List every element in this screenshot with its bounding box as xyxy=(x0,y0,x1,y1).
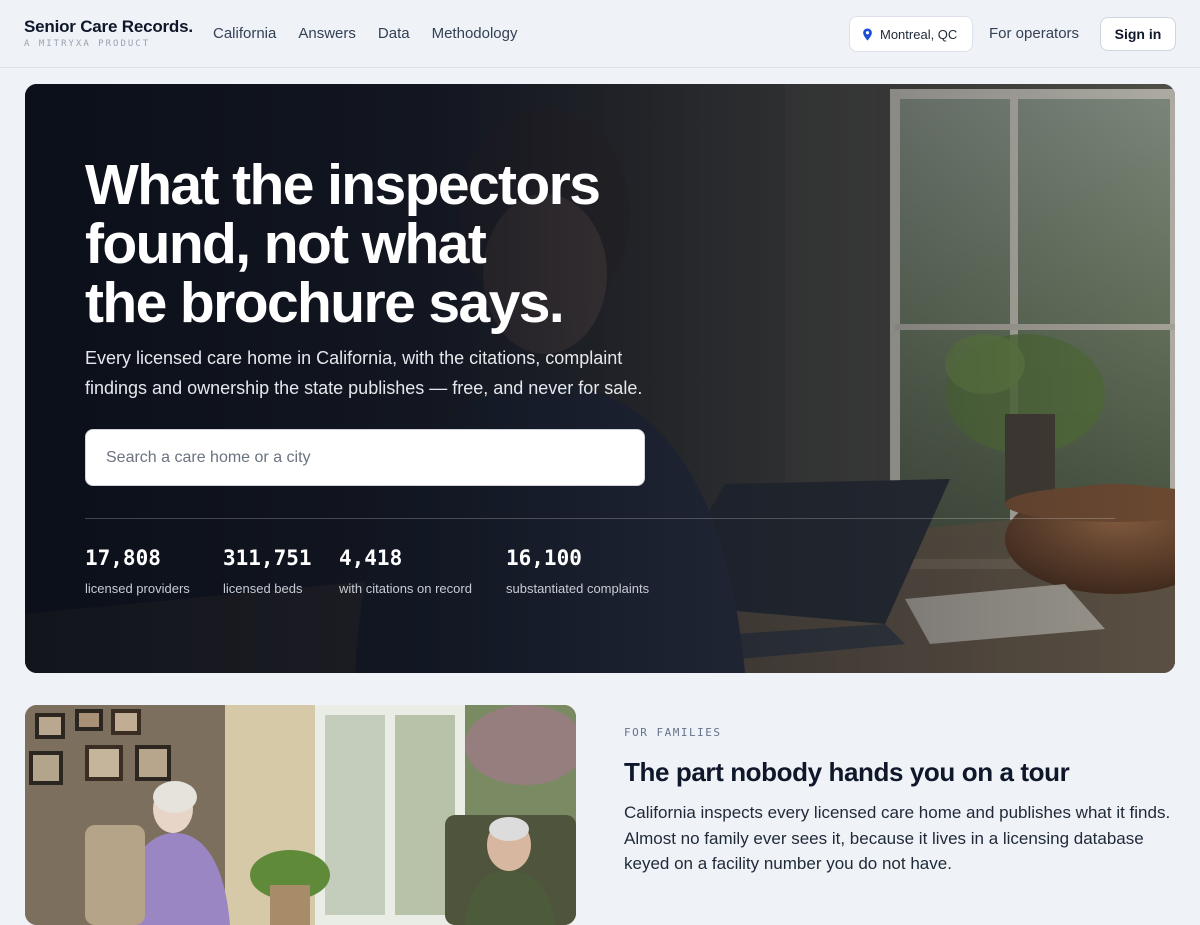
stat-label: with citations on record xyxy=(339,581,472,596)
nav-link-california[interactable]: California xyxy=(213,24,276,44)
for-operators-link[interactable]: For operators xyxy=(989,24,1079,44)
stat-value: 4,418 xyxy=(339,546,403,570)
families-photo xyxy=(25,705,576,925)
hero-divider xyxy=(85,518,1115,519)
sign-in-button[interactable]: Sign in xyxy=(1100,17,1176,51)
stat-licensed-beds: 311,751 licensed beds xyxy=(223,544,312,596)
stat-label: substantiated complaints xyxy=(506,581,650,596)
location-label: Montreal, QC xyxy=(880,26,958,42)
hero-title-line: the brochure says. xyxy=(85,271,565,335)
map-pin-icon xyxy=(863,27,872,41)
stat-label: licensed providers xyxy=(85,581,190,596)
stat-value: 16,100 xyxy=(506,546,582,570)
stat-value: 17,808 xyxy=(85,546,161,570)
hero-title-line: found, not what xyxy=(85,212,487,276)
hero-subtitle-line: Every licensed care home in California, … xyxy=(85,348,623,368)
hero-section: What the inspectors found, not what the … xyxy=(25,84,1175,673)
stat-licensed-providers: 17,808 licensed providers xyxy=(85,544,190,596)
hero-subtitle-line: findings and ownership the state publish… xyxy=(85,378,643,398)
care-home-search-input[interactable] xyxy=(85,429,645,486)
section-title: The part nobody hands you on a tour xyxy=(624,757,1070,787)
stat-substantiated-complaints: 16,100 substantiated complaints xyxy=(506,544,649,596)
brand-tagline: A MITRYXA PRODUCT xyxy=(24,39,151,49)
section-body: California inspects every licensed care … xyxy=(624,800,1184,877)
site-header: Senior Care Records. A MITRYXA PRODUCT C… xyxy=(0,0,1200,68)
location-selector[interactable]: Montreal, QC xyxy=(849,16,973,52)
nav-link-answers[interactable]: Answers xyxy=(298,24,356,44)
stat-with-citations: 4,418 with citations on record xyxy=(339,544,472,596)
brand[interactable]: Senior Care Records. A MITRYXA PRODUCT xyxy=(24,17,193,50)
main-nav: California Answers Data Methodology xyxy=(213,24,518,44)
nav-link-data[interactable]: Data xyxy=(378,24,410,44)
hero-title-line: What the inspectors xyxy=(85,153,601,217)
section-body-line: California inspects every licensed care … xyxy=(624,803,1171,822)
hero-subtitle: Every licensed care home in California, … xyxy=(85,343,725,403)
families-illustration xyxy=(25,705,576,925)
hero-title: What the inspectors found, not what the … xyxy=(85,156,705,333)
section-body-line: Almost no family ever sees it, because i… xyxy=(624,828,1144,848)
brand-name[interactable]: Senior Care Records. xyxy=(24,17,193,37)
section-kicker: FOR FAMILIES xyxy=(624,726,722,739)
stat-label: licensed beds xyxy=(223,581,303,596)
section-body-line: keyed on a facility number you do not ha… xyxy=(624,854,952,873)
stat-value: 311,751 xyxy=(223,546,312,570)
nav-link-methodology[interactable]: Methodology xyxy=(432,24,518,44)
